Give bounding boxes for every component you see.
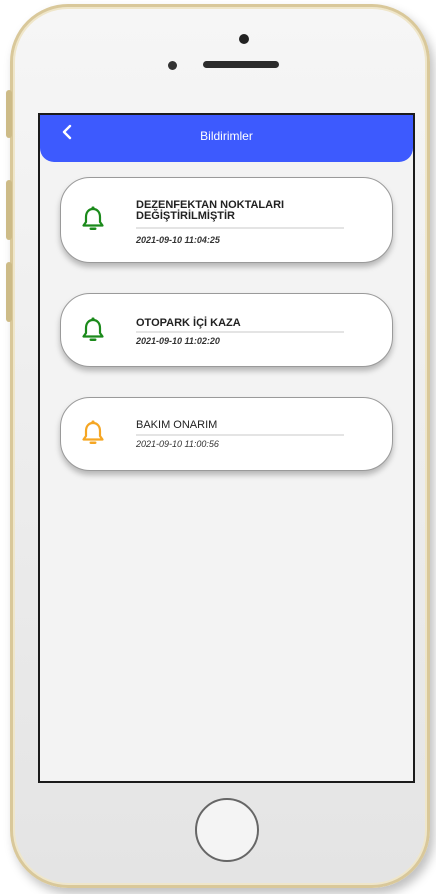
notification-date: 2021-09-10 11:00:56 bbox=[136, 439, 219, 449]
notification-date: 2021-09-10 11:04:25 bbox=[136, 235, 220, 245]
bell-icon bbox=[82, 317, 104, 341]
notification-date: 2021-09-10 11:02:20 bbox=[136, 336, 220, 346]
divider bbox=[136, 227, 344, 229]
divider bbox=[136, 434, 344, 436]
mute-switch bbox=[6, 90, 12, 138]
earpiece-speaker bbox=[203, 61, 279, 68]
notification-title: BAKIM ONARIM bbox=[136, 419, 218, 431]
notification-title: OTOPARK İÇİ KAZA bbox=[136, 317, 241, 329]
volume-down-button bbox=[6, 262, 12, 322]
app-header: Bildirimler bbox=[40, 115, 413, 162]
page-title: Bildirimler bbox=[200, 129, 253, 143]
notification-card[interactable]: BAKIM ONARIM 2021-09-10 11:00:56 bbox=[60, 397, 393, 471]
notification-card[interactable]: OTOPARK İÇİ KAZA 2021-09-10 11:02:20 bbox=[60, 293, 393, 367]
home-button[interactable] bbox=[195, 798, 259, 862]
bell-icon bbox=[82, 420, 104, 444]
bell-icon bbox=[82, 206, 104, 230]
notification-card[interactable]: DEZENFEKTAN NOKTALARI DEĞİŞTİRİLMİŞTİR 2… bbox=[60, 177, 393, 263]
divider bbox=[136, 331, 344, 333]
proximity-sensor bbox=[168, 61, 177, 70]
volume-up-button bbox=[6, 180, 12, 240]
notification-title: DEZENFEKTAN NOKTALARI DEĞİŞTİRİLMİŞTİR bbox=[136, 199, 285, 222]
app-screen: Bildirimler DEZENFEKTAN NOKTALARI DEĞİŞT… bbox=[38, 113, 415, 783]
front-camera bbox=[239, 34, 249, 44]
